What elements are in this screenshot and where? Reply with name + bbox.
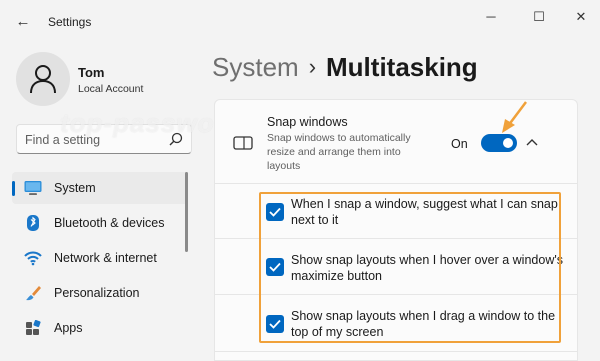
avatar (16, 52, 70, 106)
back-button[interactable]: ← (14, 13, 32, 31)
profile-name: Tom (78, 65, 105, 80)
chevron-up-icon[interactable] (525, 137, 539, 147)
sidebar-item-label: System (54, 181, 96, 195)
snap-option-label: Show snap layouts when I drag a window t… (291, 309, 556, 339)
checkmark-icon (269, 262, 281, 272)
user-icon (30, 65, 56, 94)
sidebar-item-bluetooth[interactable]: Bluetooth & devices (12, 207, 188, 239)
maximize-button[interactable]: ☐ (524, 8, 554, 26)
title-bar: ← Settings ─ ☐ ✕ (0, 0, 600, 44)
sidebar-item-label: Bluetooth & devices (54, 216, 165, 230)
sidebar-item-label: Network & internet (54, 251, 157, 265)
sidebar-item-label: Personalization (54, 286, 140, 300)
toggle-state-label: On (451, 137, 468, 151)
sidebar-item-label: Apps (54, 321, 83, 335)
sidebar-item-system[interactable]: System (12, 172, 188, 204)
sidebar-item-network[interactable]: Network & internet (12, 242, 188, 274)
arrow-left-icon: ← (15, 13, 31, 30)
breadcrumb-parent[interactable]: System (212, 52, 299, 82)
snap-windows-title: Snap windows (267, 115, 348, 129)
snap-drag-checkbox[interactable] (266, 315, 284, 333)
snap-option-row: When I snap a window, suggest what I can… (215, 185, 577, 239)
minimize-button[interactable]: ─ (476, 8, 506, 26)
snap-option-label: Show snap layouts when I hover over a wi… (291, 253, 563, 283)
sidebar-scrollbar[interactable] (185, 172, 188, 252)
sidebar-item-apps[interactable]: Apps (12, 312, 188, 344)
checkmark-icon (269, 319, 281, 329)
app-title: Settings (48, 15, 92, 29)
user-profile[interactable]: Tom Local Account (16, 52, 216, 112)
page-title: Multitasking (326, 52, 478, 82)
snap-windows-description: Snap windows to automatically resize and… (267, 132, 411, 172)
toggle-knob (503, 138, 513, 148)
snap-option-row: Show snap layouts when I hover over a wi… (215, 240, 577, 295)
snap-option-label: When I snap a window, suggest what I can… (291, 197, 558, 227)
bluetooth-icon (27, 215, 39, 231)
snap-layout-icon (233, 136, 253, 150)
account-type: Local Account (78, 83, 144, 95)
snap-windows-toggle[interactable] (481, 134, 517, 152)
checkmark-icon (269, 207, 281, 217)
annotation-arrow-icon (502, 101, 527, 133)
breadcrumb-separator: › (308, 54, 317, 79)
brush-icon (26, 286, 41, 301)
breadcrumb: System › Multitasking (212, 52, 478, 86)
apps-icon (26, 320, 41, 335)
snap-option-row: Show snap layouts when I drag a window t… (215, 296, 577, 352)
snap-windows-card: Snap windows Snap windows to automatical… (214, 99, 578, 361)
monitor-icon (24, 181, 42, 195)
snap-suggest-checkbox[interactable] (266, 203, 284, 221)
snap-hover-checkbox[interactable] (266, 258, 284, 276)
sidebar-item-personalization[interactable]: Personalization (12, 277, 188, 309)
close-button[interactable]: ✕ (566, 8, 596, 26)
sidebar-nav: System Bluetooth & devices Network & int… (12, 172, 188, 347)
wifi-icon (24, 251, 42, 266)
